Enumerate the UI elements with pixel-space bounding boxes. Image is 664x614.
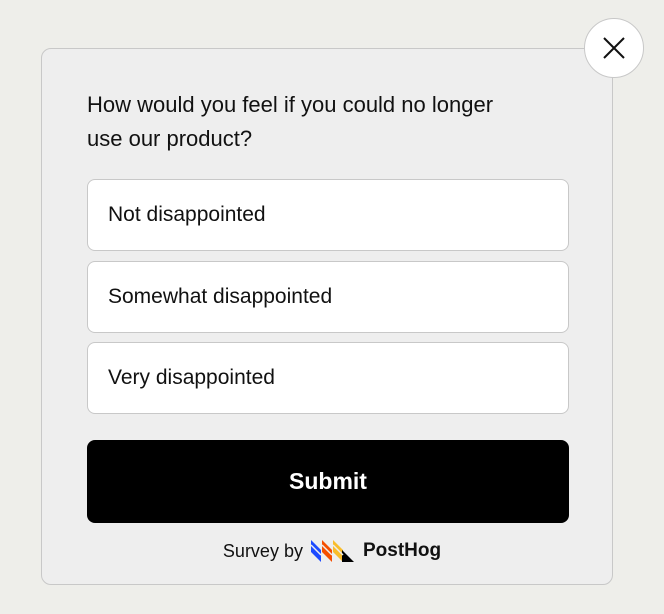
close-icon	[603, 37, 625, 59]
option-not-disappointed[interactable]: Not disappointed	[87, 179, 569, 251]
option-very-disappointed[interactable]: Very disappointed	[87, 342, 569, 414]
option-somewhat-disappointed[interactable]: Somewhat disappointed	[87, 261, 569, 333]
footer: Survey by PostHog	[0, 540, 664, 562]
posthog-logo-icon	[310, 540, 354, 562]
brand-name: PostHog	[362, 540, 442, 561]
survey-question: How would you feel if you could no longe…	[87, 92, 494, 151]
posthog-logo-link[interactable]: PostHog	[310, 540, 442, 562]
footer-prefix: Survey by	[222, 540, 303, 561]
submit-button[interactable]: Submit	[87, 440, 569, 523]
close-button[interactable]	[584, 18, 644, 78]
